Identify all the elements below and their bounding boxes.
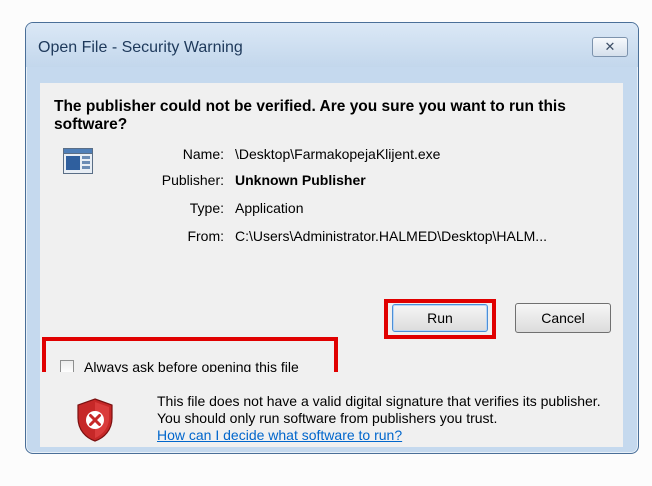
from-value: C:\Users\Administrator.HALMED\Desktop\HA… <box>235 228 547 244</box>
signature-warning-text: This file does not have a valid digital … <box>157 393 607 444</box>
publisher-value: Unknown Publisher <box>235 172 366 188</box>
publisher-label: Publisher: <box>161 172 224 188</box>
warning-headline: The publisher could not be verified. Are… <box>54 98 566 133</box>
security-shield-icon <box>77 398 113 442</box>
cancel-button[interactable]: Cancel <box>515 303 611 333</box>
name-label: Name: <box>182 146 224 162</box>
security-warning-dialog: Open File - Security Warning ✕ The publi… <box>25 22 639 454</box>
help-link[interactable]: How can I decide what software to run? <box>157 427 402 443</box>
from-label: From: <box>187 228 224 244</box>
dialog-footer: This file does not have a valid digital … <box>40 372 623 447</box>
signature-warning-message: This file does not have a valid digital … <box>157 393 601 426</box>
type-label: Type: <box>189 200 224 216</box>
type-value: Application <box>235 200 304 216</box>
dialog-content: The publisher could not be verified. Are… <box>40 83 623 381</box>
close-button[interactable]: ✕ <box>592 37 628 57</box>
title-bar[interactable]: Open File - Security Warning ✕ <box>26 23 638 67</box>
close-icon: ✕ <box>604 39 616 55</box>
name-value: \Desktop\FarmakopejaKlijent.exe <box>235 146 441 162</box>
dialog-title: Open File - Security Warning <box>38 39 243 56</box>
run-button[interactable]: Run <box>392 304 488 332</box>
